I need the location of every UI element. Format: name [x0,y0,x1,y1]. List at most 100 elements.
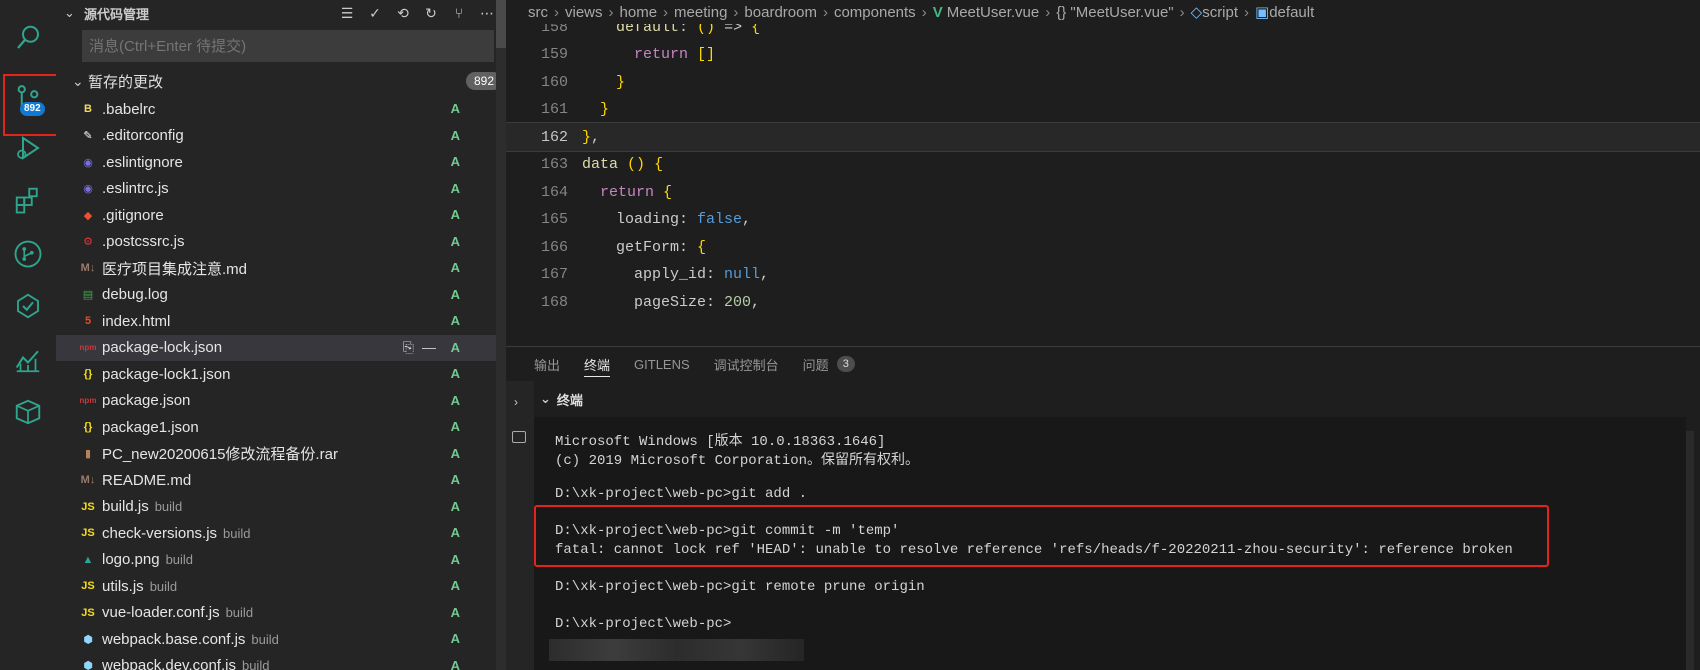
panel-tab[interactable]: 问题 3 [803,347,855,381]
file-row[interactable]: 5 index.html A [56,308,506,335]
file-name: PC_new20200615修改流程备份.rar [102,446,338,464]
file-directory: build [225,605,254,621]
file-row[interactable]: {} package1.json A [56,414,506,441]
file-row[interactable]: JS utils.js build A [56,573,506,600]
breadcrumb-item[interactable]: components [834,4,916,21]
chevron-down-icon[interactable]: ⌄ [540,391,551,407]
view-as-tree-icon[interactable]: ☰ [338,4,356,22]
commit-check-icon[interactable]: ✓ [366,4,384,22]
file-row[interactable]: ▤ debug.log A [56,282,506,309]
branch-graph-icon[interactable]: ⑂ [450,4,468,22]
panel-tab[interactable]: 终端 [584,347,611,381]
package-icon[interactable] [0,386,56,438]
file-row[interactable]: ◆ .gitignore A [56,202,506,229]
file-row[interactable]: ⚙ .postcssrc.js A [56,229,506,256]
code-line[interactable]: 159 return [] [506,40,1700,70]
more-actions-icon[interactable]: ⋯ [478,4,496,22]
js-icon: JS [81,527,95,540]
breadcrumb-item[interactable]: src [528,4,548,21]
breadcrumb-item[interactable]: {} "MeetUser.vue" [1056,4,1173,21]
file-status: A [450,366,460,381]
file-status: A [450,657,460,670]
bottom-panel: 输出 终端 GITLENS 调试控制台 问题 3 › ⌄ 终端 Microsoft Win… [506,346,1700,670]
panel-tab[interactable]: 调试控制台 [714,347,779,381]
commit-message-input[interactable] [82,30,494,62]
code-view[interactable]: 158 default: () => {159 return [] 160} 161} 1… [506,24,1700,346]
terminal-scrollbar[interactable] [1686,431,1694,670]
testing-icon[interactable] [0,280,56,332]
log-icon: ▤ [82,289,94,302]
run-debug-icon[interactable] [0,122,56,174]
file-row[interactable]: ⬢ webpack.dev.conf.js build A [56,653,506,670]
code-line[interactable]: 166 getForm: { [506,232,1700,262]
terminal-title: 终端 [556,392,583,408]
unstage-icon[interactable]: — [422,339,436,356]
code-line[interactable]: 163 data () { [506,150,1700,180]
breadcrumb-item[interactable]: meeting [674,4,727,21]
file-row[interactable]: ✎ .editorconfig A [56,123,506,150]
search-icon[interactable] [0,12,56,64]
extensions-icon[interactable] [0,174,56,226]
eslint-icon: ◉ [83,183,93,196]
file-name: utils.js [102,577,144,595]
file-row[interactable]: ⬢ webpack.base.conf.js build A [56,626,506,653]
line-number: 162 [540,128,568,146]
file-row[interactable]: JS check-versions.js build A [56,520,506,547]
line-number: 163 [540,156,568,173]
panel-tab[interactable]: GITLENS [634,347,690,381]
breadcrumb-item[interactable]: MeetUser.vue [947,4,1040,21]
vue-file-icon: V [932,3,943,21]
file-name: package.json [102,392,191,410]
code-line[interactable]: 168 pageSize: 200, [506,287,1700,317]
panel-tab[interactable]: 输出 [534,347,560,381]
file-row[interactable]: npm package.json A [56,388,506,415]
breadcrumb-item[interactable]: boardroom [744,4,817,21]
file-row[interactable]: ▲ logo.png build A [56,547,506,574]
breadcrumb-item[interactable]: script [1202,4,1238,21]
code-line[interactable]: 167 apply_id: null, [506,260,1700,290]
breadcrumb-item[interactable]: default [1269,4,1314,21]
file-row[interactable]: npm package-lock.json ⎘ — A [56,334,506,361]
blurred-redaction [549,639,804,661]
code-text: pageSize: 200, [634,293,761,311]
file-row[interactable]: ◉ .eslintignore A [56,149,506,176]
code-line[interactable]: 165 loading: false, [506,205,1700,235]
terminal-line: D:\xk-project\web-pc>git add . [555,485,808,502]
file-directory: build [251,631,279,647]
file-status: A [450,445,460,461]
staged-changes-header[interactable]: ⌄ 暂存的更改 892 [72,68,502,94]
file-row[interactable]: JS build.js build A [56,494,506,521]
file-row[interactable]: ▮ PC_new20200615修改流程备份.rar A [56,441,506,468]
history-icon[interactable]: ⟲ [394,4,412,22]
terminal-output[interactable]: Microsoft Windows [版本 10.0.18363.1646] (c… [534,417,1686,670]
file-row[interactable]: B .babelrc A [56,96,506,123]
chevron-right-icon: › [1179,3,1185,21]
file-row[interactable]: ◉ .eslintrc.js A [56,176,506,203]
file-row[interactable]: {} package-lock1.json A [56,361,506,388]
refresh-icon[interactable]: ↻ [422,4,440,22]
code-line[interactable]: 162}, [506,122,1700,152]
file-row[interactable]: M↓ 医疗项目集成注意.md A [56,255,506,282]
breadcrumb-item[interactable]: views [565,4,603,21]
chevron-down-icon[interactable]: ⌄ [64,5,78,21]
breadcrumb-item[interactable]: home [620,4,658,21]
file-row[interactable]: JS vue-loader.conf.js build A [56,600,506,627]
file-name: vue-loader.conf.js [102,604,220,622]
file-row[interactable]: M↓ README.md A [56,467,506,494]
file-name: check-versions.js [102,524,218,542]
analytics-icon[interactable] [0,334,56,386]
file-name: README.md [102,471,192,489]
staged-file-list: B .babelrc A ✎ .editorconfig A ◉ .eslintignore A… [56,96,506,670]
file-status: A [450,419,460,434]
code-text: }, [582,128,601,146]
sidebar-scrollbar[interactable] [496,0,506,670]
terminal-tab-icon[interactable] [512,431,526,443]
code-line[interactable]: 160} [506,67,1700,97]
source-control-icon[interactable]: 892 [0,72,56,124]
file-status: A [450,127,460,143]
git-graph-icon[interactable] [0,228,56,280]
code-line[interactable]: 161} [506,95,1700,125]
scrollbar-thumb[interactable] [496,0,506,48]
open-file-icon[interactable]: ⎘ [403,339,414,356]
code-line[interactable]: 164 return { [506,177,1700,207]
